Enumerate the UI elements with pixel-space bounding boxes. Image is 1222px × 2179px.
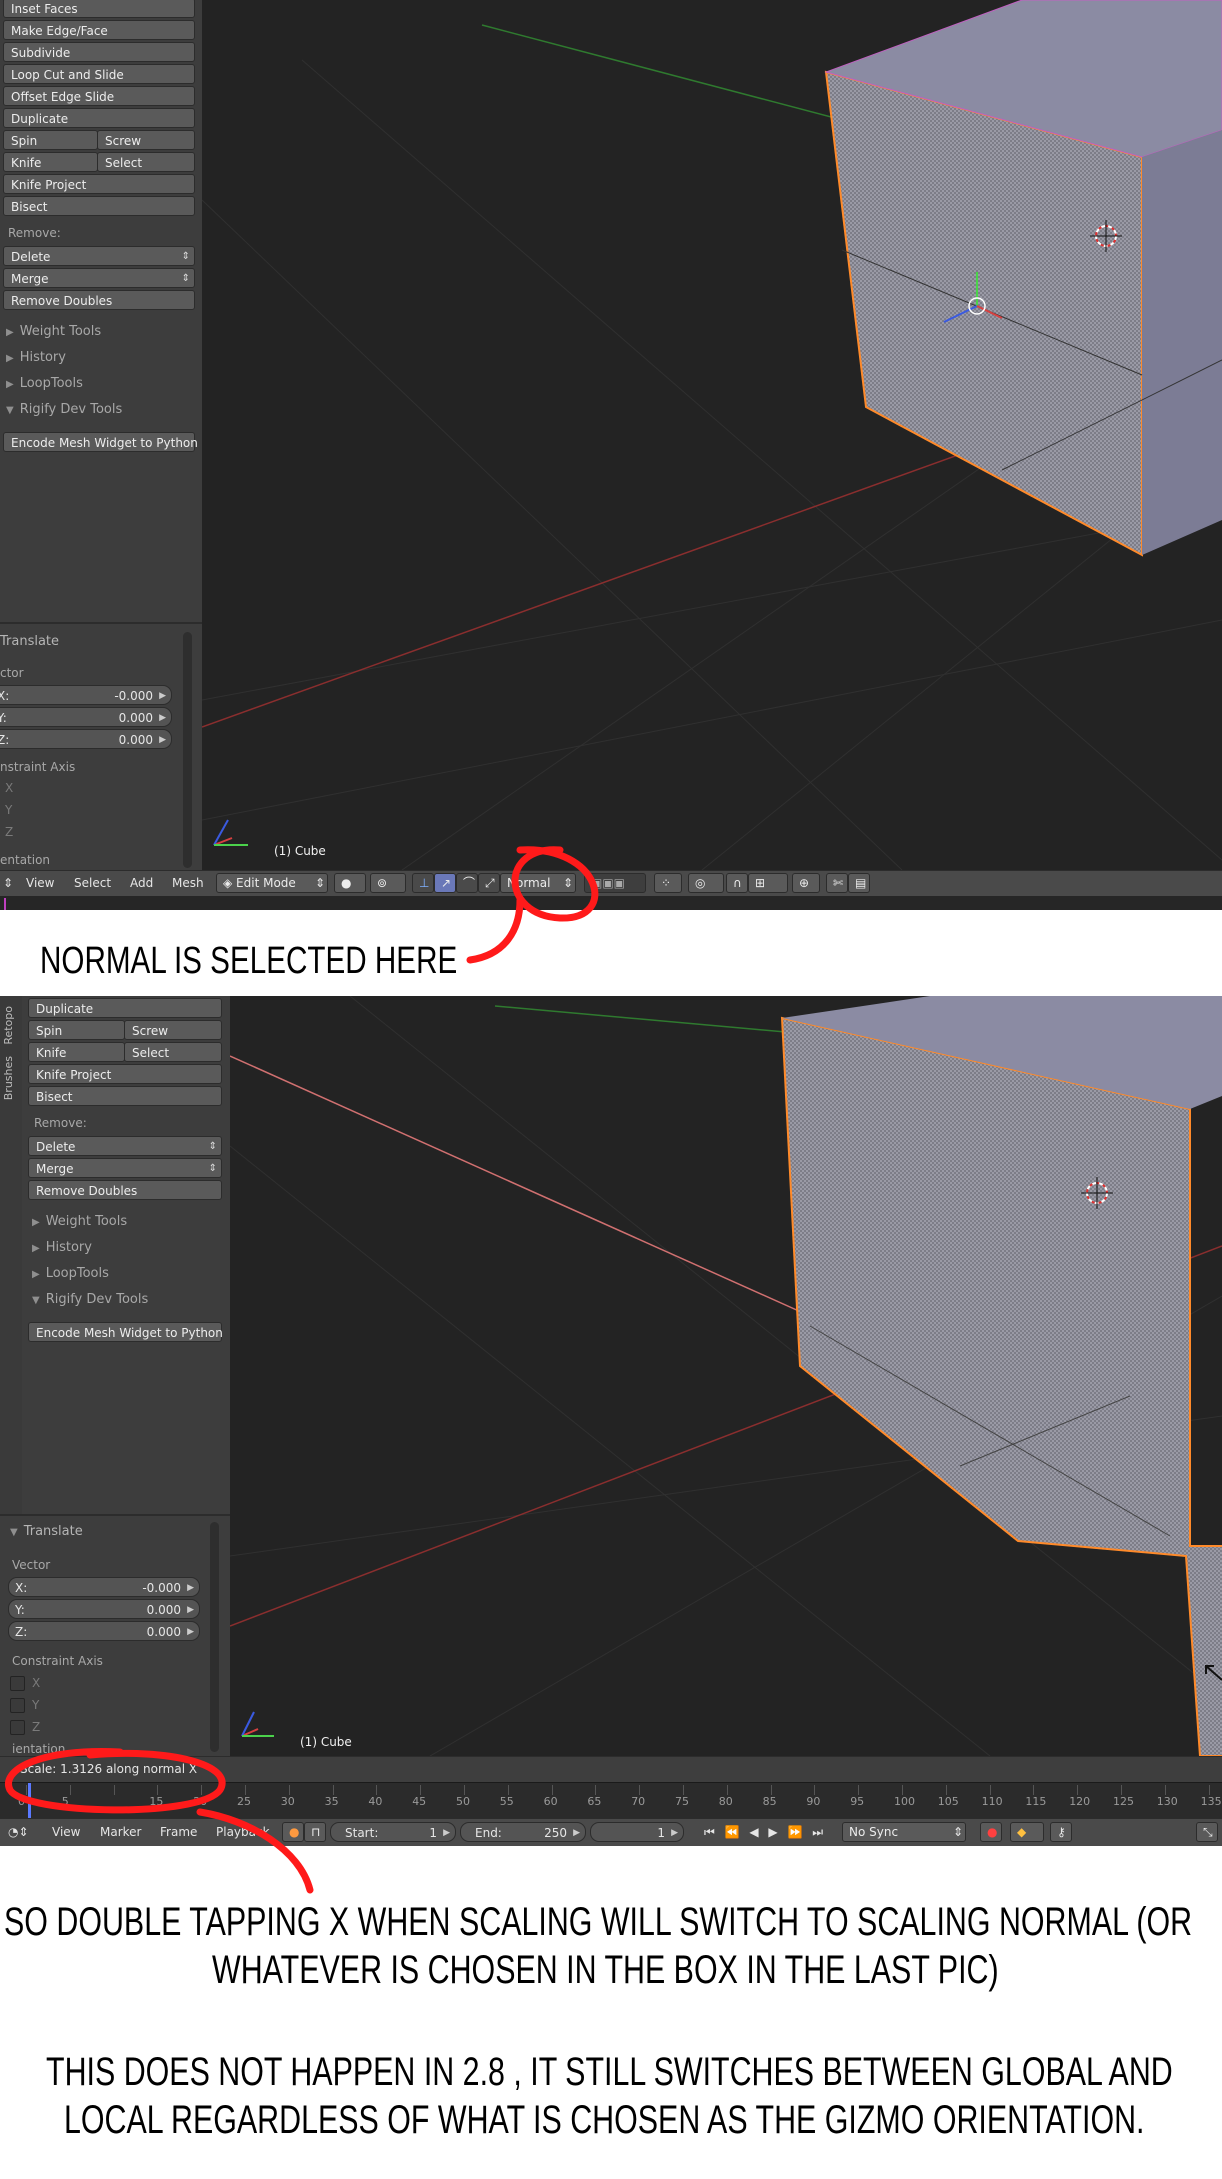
caption-double-tap-line2: WHATEVER IS CHOSEN IN THE BOX IN THE LAS… [212,1948,999,1992]
caption-double-tap-line1: SO DOUBLE TAPPING X WHEN SCALING WILL SW… [4,1900,1193,1944]
annotation-ring-2 [5,1748,314,1894]
caption-2-8-line1: THIS DOES NOT HAPPEN IN 2.8 , IT STILL S… [46,2050,1173,2094]
caption-2-8-line2: LOCAL REGARDLESS OF WHAT IS CHOSEN AS TH… [64,2098,1145,2142]
